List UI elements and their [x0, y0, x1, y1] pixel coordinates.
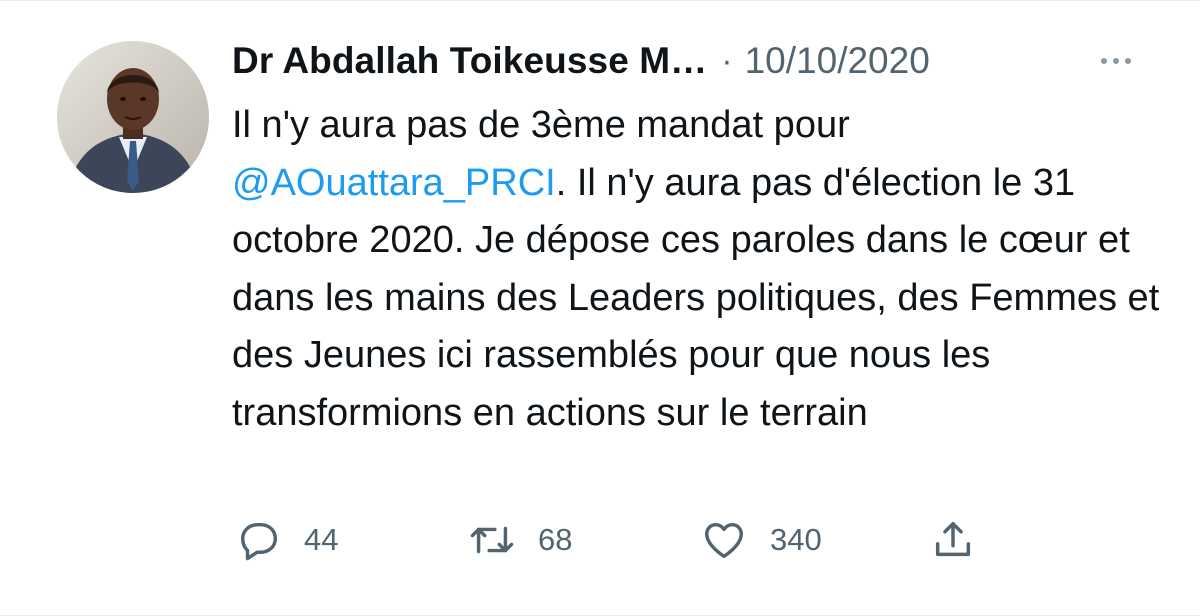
share-button[interactable] [930, 515, 976, 565]
reply-button[interactable]: 44 [236, 515, 338, 565]
tweet-text-part1: Il n'y aura pas de 3ème mandat pour [232, 104, 850, 146]
share-icon [930, 517, 976, 563]
mention-link[interactable]: @AOuattara_PRCI [232, 162, 556, 204]
separator-dot: · [721, 41, 733, 80]
tweet-header: Dr Abdallah Toikeusse M… · 10/10/2020 [232, 37, 930, 85]
retweet-count: 68 [538, 522, 573, 557]
like-count: 340 [770, 522, 822, 557]
retweet-icon [468, 517, 516, 563]
tweet-actions: 44 68 340 [0, 515, 1200, 565]
tweet-date[interactable]: 10/10/2020 [745, 40, 930, 82]
tweet-text: Il n'y aura pas de 3ème mandat pour @AOu… [232, 97, 1162, 442]
more-horizontal-icon[interactable] [1092, 45, 1140, 77]
author-name[interactable]: Dr Abdallah Toikeusse M… [232, 40, 707, 82]
reply-count: 44 [304, 522, 339, 557]
retweet-button[interactable]: 68 [468, 515, 572, 565]
avatar[interactable] [57, 41, 209, 193]
reply-icon [236, 517, 282, 563]
heart-icon [700, 517, 748, 563]
like-button[interactable]: 340 [700, 515, 822, 565]
tweet-card[interactable]: Dr Abdallah Toikeusse M… · 10/10/2020 Il… [0, 0, 1200, 616]
